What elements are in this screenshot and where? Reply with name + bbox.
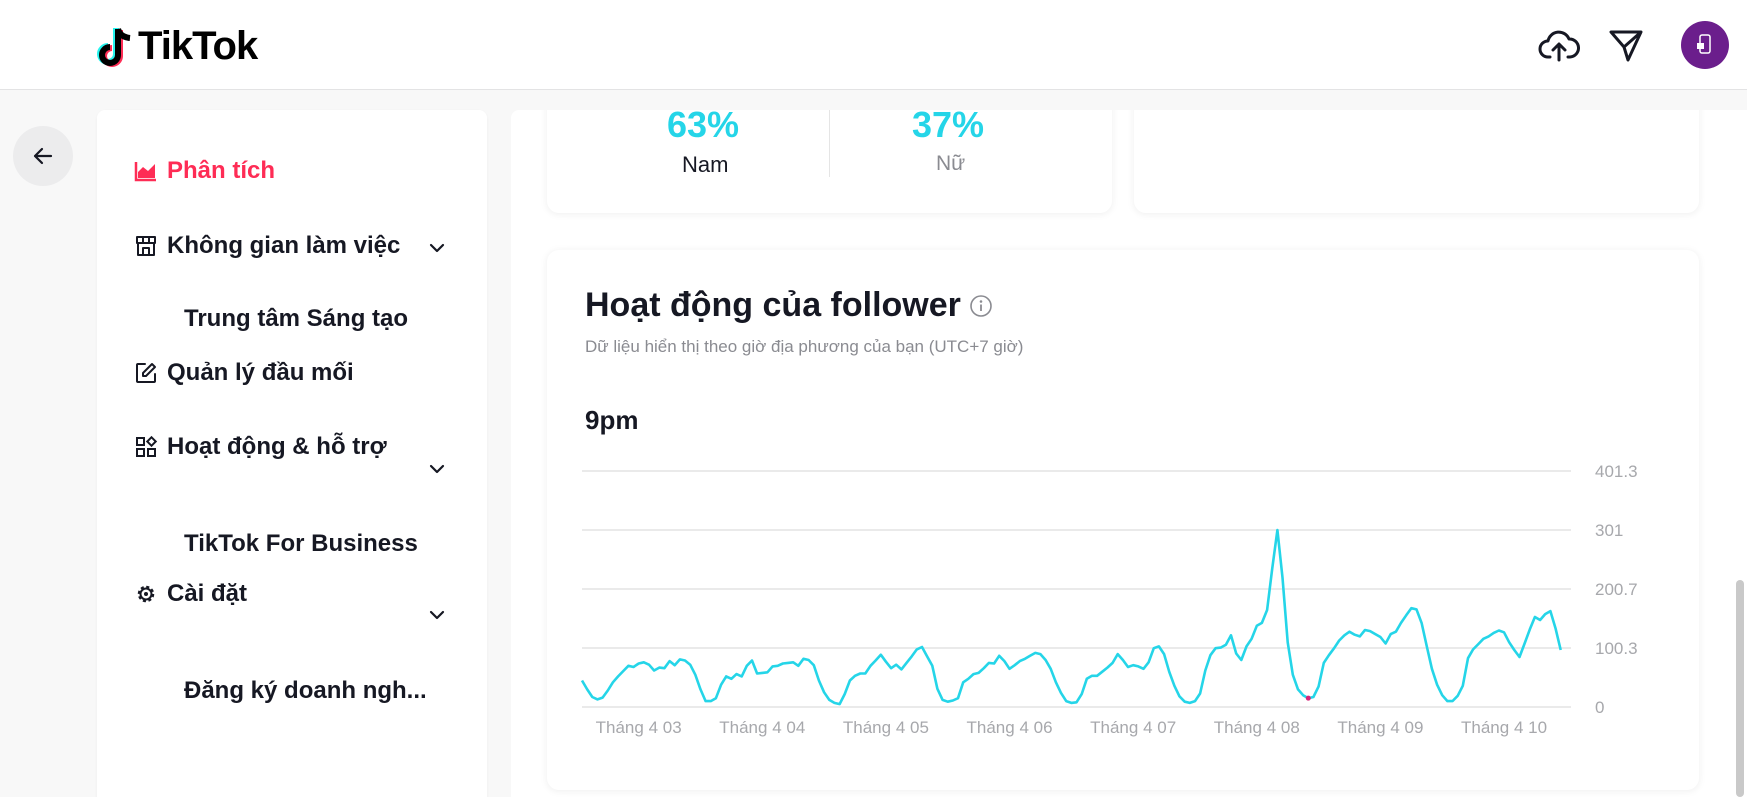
chevron-down-icon[interactable] xyxy=(427,459,447,479)
y-tick-label: 200.7 xyxy=(1595,580,1638,599)
follower-activity-card: Hoạt động của follower Dữ liệu hiển thị … xyxy=(547,250,1699,790)
x-tick-label: Tháng 4 10 xyxy=(1461,718,1547,737)
avatar[interactable] xyxy=(1681,21,1729,69)
tiktok-logo[interactable]: TikTok xyxy=(96,24,258,69)
avatar-image-icon xyxy=(1697,34,1711,54)
sidebar: Phân tích Không gian làm việc Trung tâm … xyxy=(97,110,487,797)
female-label: Nữ xyxy=(936,152,966,175)
sidebar-item-label: Cài đặt xyxy=(167,580,248,607)
scrollbar[interactable] xyxy=(1736,580,1744,797)
sidebar-item-label: Quản lý đầu mối xyxy=(167,359,354,386)
inbox-button[interactable] xyxy=(1604,24,1648,68)
x-tick-label: Tháng 4 04 xyxy=(719,718,805,737)
sidebar-item-settings[interactable]: Cài đặt xyxy=(133,580,247,608)
gender-divider xyxy=(829,110,830,177)
x-tick-label: Tháng 4 07 xyxy=(1090,718,1176,737)
sidebar-item-tiktok-for-business[interactable]: TikTok For Business xyxy=(184,530,418,558)
x-tick-label: Tháng 4 09 xyxy=(1337,718,1423,737)
sidebar-item-label: Không gian làm việc xyxy=(167,232,401,259)
male-label: Nam xyxy=(682,152,729,177)
gender-card: 63% Nam 37% Nữ xyxy=(547,110,1112,213)
tiktok-note-icon xyxy=(97,27,131,67)
y-tick-label: 100.3 xyxy=(1595,639,1638,658)
main-content: 63% Nam 37% Nữ Hoạt động của follower Dữ… xyxy=(511,110,1747,797)
chevron-down-icon[interactable] xyxy=(427,605,447,625)
top-header: TikTok xyxy=(0,0,1747,90)
gear-icon xyxy=(133,581,159,607)
follower-activity-chart[interactable]: 0 100.3 200.7 301 401.3 Tháng 4 03 Tháng 4 04 T… xyxy=(547,250,1699,790)
y-tick-label: 401.3 xyxy=(1595,462,1638,481)
series-line[interactable] xyxy=(580,528,1562,706)
send-icon xyxy=(1609,30,1643,62)
chart-icon xyxy=(133,158,159,184)
upload-cloud-icon xyxy=(1538,30,1580,62)
sidebar-item-business-registration[interactable]: Đăng ký doanh ngh... xyxy=(184,677,427,705)
x-tick-label: Tháng 4 08 xyxy=(1214,718,1300,737)
sidebar-item-label: Hoạt động & hỗ trợ xyxy=(167,433,387,460)
chevron-down-icon[interactable] xyxy=(427,238,447,258)
female-percentage: 37% xyxy=(912,110,985,145)
top-right-card xyxy=(1134,110,1699,213)
peak-marker[interactable] xyxy=(1305,695,1311,701)
sidebar-item-lead-management[interactable]: Quản lý đầu mối xyxy=(133,359,354,387)
logo-wordmark: TikTok xyxy=(138,24,258,68)
apps-icon xyxy=(133,434,159,460)
sidebar-item-label: Phân tích xyxy=(167,157,276,184)
arrow-left-icon xyxy=(33,147,53,165)
edit-icon xyxy=(133,360,159,386)
x-tick-label: Tháng 4 06 xyxy=(967,718,1053,737)
x-tick-label: Tháng 4 05 xyxy=(843,718,929,737)
y-tick-label: 301 xyxy=(1595,521,1623,540)
sidebar-item-analytics[interactable]: Phân tích xyxy=(133,157,275,185)
male-percentage: 63% xyxy=(667,110,740,145)
sidebar-item-activity-support[interactable]: Hoạt động & hỗ trợ xyxy=(133,433,387,461)
y-tick-label: 0 xyxy=(1595,698,1604,717)
back-button[interactable] xyxy=(13,126,73,186)
upload-button[interactable] xyxy=(1537,24,1581,68)
sidebar-item-workspace[interactable]: Không gian làm việc xyxy=(133,232,400,260)
sidebar-item-creator-center[interactable]: Trung tâm Sáng tạo xyxy=(184,305,408,333)
x-tick-label: Tháng 4 03 xyxy=(596,718,682,737)
store-icon xyxy=(133,233,159,259)
